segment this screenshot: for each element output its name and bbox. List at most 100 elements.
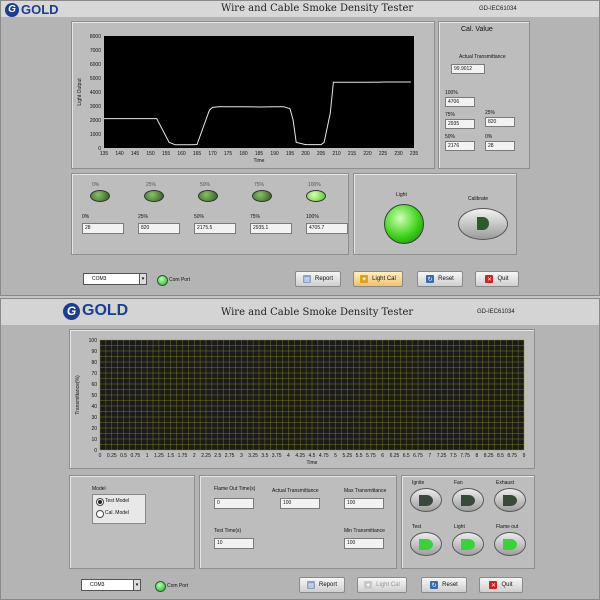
- test-time-field[interactable]: 10: [214, 538, 254, 549]
- brand-name: GOLD: [82, 302, 129, 319]
- y-tick-label: 40: [91, 404, 97, 410]
- actual-transmittance-label: Actual Transmittance: [459, 54, 506, 60]
- cal-25-field[interactable]: 820: [485, 117, 515, 127]
- reading-field[interactable]: 2175.5: [194, 223, 236, 234]
- com-port-led: [155, 581, 166, 592]
- cal-75-field[interactable]: 2935: [445, 119, 475, 129]
- led-label: 100%: [308, 182, 321, 188]
- flame-out-time-field[interactable]: 0: [214, 498, 254, 509]
- controls-panel: Ignite Fan Exhaust Test Light Flame out: [401, 475, 535, 569]
- x-tick-label: 185: [255, 151, 264, 157]
- x-tick-label: 1: [146, 453, 149, 459]
- calibration-led-indicator: [252, 190, 272, 202]
- com-port-select[interactable]: COM3: [81, 579, 141, 591]
- test-model-radio[interactable]: [96, 498, 104, 506]
- reset-button[interactable]: ↻ Reset: [417, 271, 463, 287]
- reset-button-label: Reset: [442, 582, 458, 588]
- light-output-chart: 010002000300040005000600070008000135 140 1…: [77, 34, 418, 164]
- control-label: Light: [454, 524, 465, 530]
- x-tick-label: 4.5: [309, 453, 316, 459]
- com-port-select[interactable]: COM3: [83, 273, 147, 285]
- control-toggle-button[interactable]: [494, 488, 526, 512]
- x-tick-label: 190: [270, 151, 279, 157]
- reset-button[interactable]: ↻ Reset: [421, 577, 467, 593]
- x-tick-label: 2.5: [214, 453, 221, 459]
- x-tick-label: 170: [208, 151, 217, 157]
- x-tick-label: 9: [523, 453, 526, 459]
- reading-field[interactable]: 28: [82, 223, 124, 234]
- y-tick-label: 7000: [90, 48, 101, 54]
- report-button[interactable]: ▤ Report: [295, 271, 341, 287]
- x-tick-label: 3.5: [261, 453, 268, 459]
- calibration-led-indicator: [306, 190, 326, 202]
- x-tick-label: 0.5: [120, 453, 127, 459]
- cal-50-field[interactable]: 2176: [445, 141, 475, 151]
- max-transmittance-label: Max Transmittance: [344, 488, 387, 494]
- max-transmittance-field[interactable]: 100: [344, 498, 384, 509]
- control-toggle-button[interactable]: [410, 532, 442, 556]
- control-label: Test: [412, 524, 422, 530]
- quit-button[interactable]: ✕ Quit: [475, 271, 519, 287]
- com-port-select-arrow[interactable]: ▾: [139, 273, 147, 285]
- actual-transmittance-field[interactable]: 100: [280, 498, 320, 509]
- reading-field[interactable]: 4705.7: [306, 223, 348, 234]
- page-title: Wire and Cable Smoke Density Tester: [221, 307, 414, 318]
- calibrate-toggle-icon: [477, 217, 489, 230]
- x-tick-label: 2.75: [225, 453, 235, 459]
- model-code: GD-IEC61034: [479, 6, 517, 12]
- x-tick-label: 0.75: [130, 453, 140, 459]
- x-tick-label: 220: [363, 151, 372, 157]
- actual-transmittance-label: Actual Transmittance: [272, 488, 319, 494]
- chart-panel: 0 10 20 30 40 50 60 70 80 90 100 0 0.25 0.5 0.75 1 1.25 1…: [69, 329, 535, 469]
- reading-field[interactable]: 820: [138, 223, 180, 234]
- com-port-label: Com Port: [169, 277, 191, 283]
- com-port-label: Com Port: [167, 583, 189, 589]
- reading-label: 0%: [82, 214, 90, 220]
- light-cal-button[interactable]: ✦ Light Cal: [353, 271, 403, 287]
- led-label: 25%: [146, 182, 157, 188]
- calibrate-button[interactable]: [458, 208, 508, 240]
- cal-100-field[interactable]: 4706: [445, 97, 475, 107]
- brand-name: GOLD: [21, 2, 59, 17]
- x-tick-label: 8: [475, 453, 478, 459]
- x-tick-label: 8.25: [484, 453, 494, 459]
- page-title: Wire and Cable Smoke Density Tester: [221, 3, 414, 14]
- reset-button-label: Reset: [438, 276, 454, 282]
- report-button[interactable]: ▤ Report: [299, 577, 345, 593]
- x-tick-label: 3.25: [248, 453, 258, 459]
- y-tick-label: 30: [91, 415, 97, 421]
- control-label: Fan: [454, 480, 463, 486]
- x-tick-label: 150: [146, 151, 155, 157]
- x-tick-label: 6: [381, 453, 384, 459]
- min-transmittance-field[interactable]: 100: [344, 538, 384, 549]
- com-port-select-arrow[interactable]: ▾: [133, 579, 141, 591]
- min-transmittance-label: Min Transmittance: [344, 528, 385, 534]
- y-tick-label: 50: [91, 393, 97, 399]
- light-cal-button[interactable]: ✦ Light Cal: [357, 577, 407, 593]
- cal-0-field[interactable]: 28: [485, 141, 515, 151]
- control-toggle-button[interactable]: [452, 488, 484, 512]
- cal-model-radio[interactable]: [96, 510, 104, 518]
- x-tick-label: 0: [99, 453, 102, 459]
- reading-field[interactable]: 2935.1: [250, 223, 292, 234]
- led-label: 75%: [254, 182, 265, 188]
- cal-value-panel: Cal. Value Actual Transmittance 99.9012 …: [438, 21, 530, 169]
- quit-button[interactable]: ✕ Quit: [479, 577, 523, 593]
- x-tick-label: 5.25: [342, 453, 352, 459]
- toggle-indicator-icon: [461, 538, 475, 550]
- y-tick-label: 20: [91, 426, 97, 432]
- cal-100-label: 100%: [445, 90, 458, 96]
- toggle-indicator-icon: [503, 494, 517, 506]
- control-toggle-button[interactable]: [494, 532, 526, 556]
- control-toggle-button[interactable]: [452, 532, 484, 556]
- cal-25-label: 25%: [485, 110, 496, 116]
- reading-label: 25%: [138, 214, 149, 220]
- x-tick-label: 4.25: [295, 453, 305, 459]
- y-tick-label: 2000: [90, 118, 101, 124]
- x-tick-label: 1.25: [154, 453, 164, 459]
- logo-icon: G: [5, 2, 19, 17]
- measurements-panel: Flame Out Time(s) 0 Actual Transmittance…: [199, 475, 397, 569]
- actual-transmittance-field[interactable]: 99.9012: [451, 64, 485, 74]
- logo-icon: G: [63, 302, 80, 320]
- control-toggle-button[interactable]: [410, 488, 442, 512]
